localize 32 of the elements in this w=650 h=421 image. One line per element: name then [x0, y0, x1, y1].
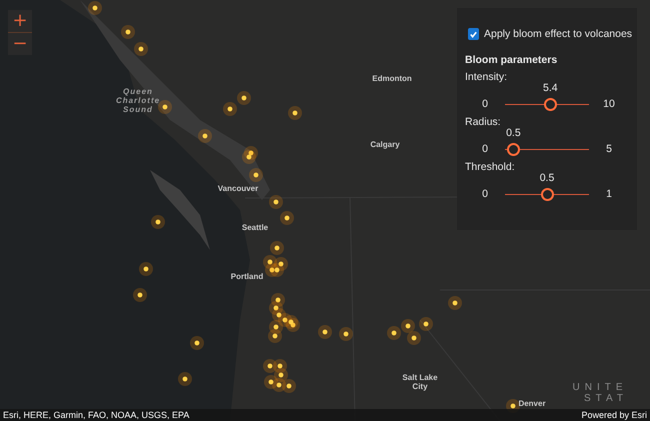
slider-max: 10 [602, 98, 616, 110]
checkbox[interactable] [468, 28, 479, 40]
zoom-button[interactable]: + [8, 10, 32, 32]
slider-value: 0.5 [506, 127, 521, 139]
slider-thumb[interactable] [544, 98, 558, 111]
slider-value: 0.5 [540, 172, 554, 184]
slider-label: Radius: [465, 116, 502, 128]
map-label: Queen Charlotte Sound [116, 87, 160, 115]
map-label: Seattle [242, 223, 268, 232]
map-label: UNITE [572, 382, 628, 394]
checkbox-label[interactable]: Apply bloom effect to volcanoes [484, 28, 632, 40]
slider-value: 5.4 [543, 82, 558, 94]
attribution-text: Esri, HERE, Garmin, FAO, NOAA, USGS, EPA [3, 410, 190, 420]
map-label: STAT [584, 393, 628, 404]
slider-max: 5 [605, 143, 613, 155]
map-label: Vancouver [218, 184, 258, 194]
map-label: Calgary [370, 140, 400, 150]
map-label: Salt Lake City [402, 373, 438, 392]
slider-thumb[interactable] [541, 188, 554, 201]
slider-max: 1 [605, 188, 613, 200]
slider-label: Intensity: [465, 71, 508, 83]
map-label: Edmonton [372, 74, 412, 84]
slider-min: 0 [481, 143, 489, 155]
section-heading: Bloom parameters [465, 54, 558, 66]
map-label: Portland [230, 272, 264, 282]
slider-min: 0 [481, 188, 489, 200]
map-label: Denver [518, 399, 546, 408]
slider-min: 0 [481, 98, 489, 110]
powered-by-text: Powered by Esri [581, 410, 647, 420]
zoom-button[interactable]: − [8, 33, 32, 55]
slider-thumb[interactable] [507, 143, 520, 156]
slider-label: Threshold: [465, 161, 516, 173]
